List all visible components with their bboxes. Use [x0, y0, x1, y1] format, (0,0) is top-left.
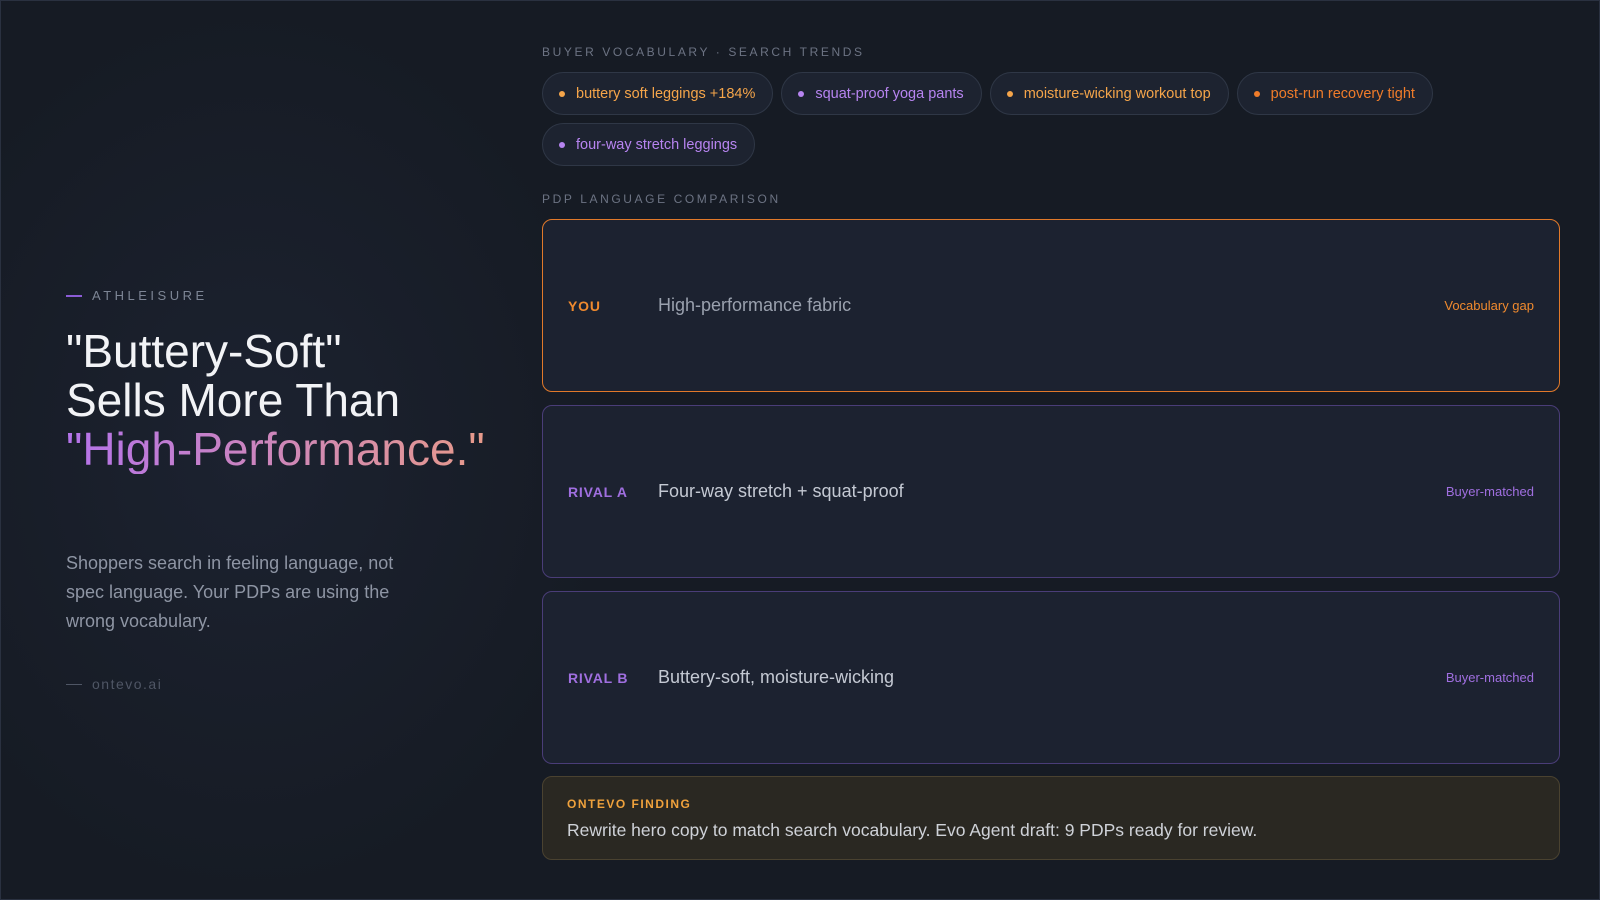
- comparison-card-rival-a: RIVAL A Four-way stretch + squat-proof B…: [542, 405, 1560, 578]
- trend-chip[interactable]: four-way stretch leggings: [542, 123, 756, 166]
- finding-callout: ONTEVO FINDING Rewrite hero copy to matc…: [542, 776, 1560, 860]
- chip-dot: [559, 90, 565, 97]
- subtext: Shoppers search in feeling language, not…: [66, 553, 394, 631]
- trend-chip-label: buttery soft leggings +184%: [576, 85, 756, 102]
- headline-accent: "High-Performance.": [66, 423, 485, 475]
- card-tag: YOU: [568, 297, 601, 314]
- trend-chip-label: post-run recovery tight: [1270, 85, 1415, 102]
- headline-line-2: Sells More Than: [66, 374, 401, 426]
- card-copy: Four-way stretch + squat-proof: [658, 481, 904, 501]
- trend-chip[interactable]: post-run recovery tight: [1236, 72, 1433, 115]
- card-status: Vocabulary gap: [1444, 298, 1534, 313]
- trend-chip-list: buttery soft leggings +184% squat-proof …: [542, 72, 1562, 166]
- signoff-dash: [66, 683, 82, 685]
- card-tag: RIVAL A: [568, 483, 628, 500]
- accent-dash: [66, 294, 82, 297]
- headline: "Buttery-Soft" Sells More Than "High-Per…: [66, 327, 486, 474]
- trend-chip[interactable]: buttery soft leggings +184%: [542, 72, 774, 115]
- slide-frame: ATHLEISURE "Buttery-Soft" Sells More Tha…: [0, 0, 1600, 900]
- chip-dot: [1253, 90, 1260, 97]
- card-status: Buyer-matched: [1445, 484, 1534, 499]
- card-copy: High-performance fabric: [658, 295, 852, 315]
- category-eyebrow: ATHLEISURE: [66, 288, 208, 303]
- trend-chip[interactable]: squat-proof yoga pants: [781, 72, 982, 115]
- trend-chip-label: moisture-wicking workout top: [1023, 85, 1211, 102]
- chip-dot: [559, 141, 565, 148]
- chip-dot: [1006, 90, 1013, 97]
- comparison-card-rival-b: RIVAL B Buttery-soft, moisture-wicking B…: [542, 591, 1560, 764]
- trend-chip-label: four-way stretch leggings: [576, 136, 738, 153]
- card-status: Buyer-matched: [1445, 670, 1534, 685]
- card-copy: Buttery-soft, moisture-wicking: [658, 667, 895, 687]
- trend-chip-label: squat-proof yoga pants: [815, 85, 964, 102]
- headline-line-1: "Buttery-Soft": [66, 325, 342, 377]
- signoff: ontevo.ai: [66, 676, 162, 692]
- comparison-card-you: YOU High-performance fabric Vocabulary g…: [542, 219, 1560, 392]
- category-label: ATHLEISURE: [92, 288, 208, 303]
- signoff-text: ontevo.ai: [92, 676, 163, 692]
- comparison-section-label: PDP LANGUAGE COMPARISON: [542, 192, 781, 206]
- trend-chip[interactable]: moisture-wicking workout top: [989, 72, 1229, 115]
- card-tag: RIVAL B: [568, 669, 629, 686]
- finding-text: Rewrite hero copy to match search vocabu…: [567, 820, 1258, 840]
- trends-section-label: BUYER VOCABULARY · SEARCH TRENDS: [542, 45, 865, 59]
- chip-dot: [798, 90, 805, 97]
- finding-label: ONTEVO FINDING: [567, 797, 692, 811]
